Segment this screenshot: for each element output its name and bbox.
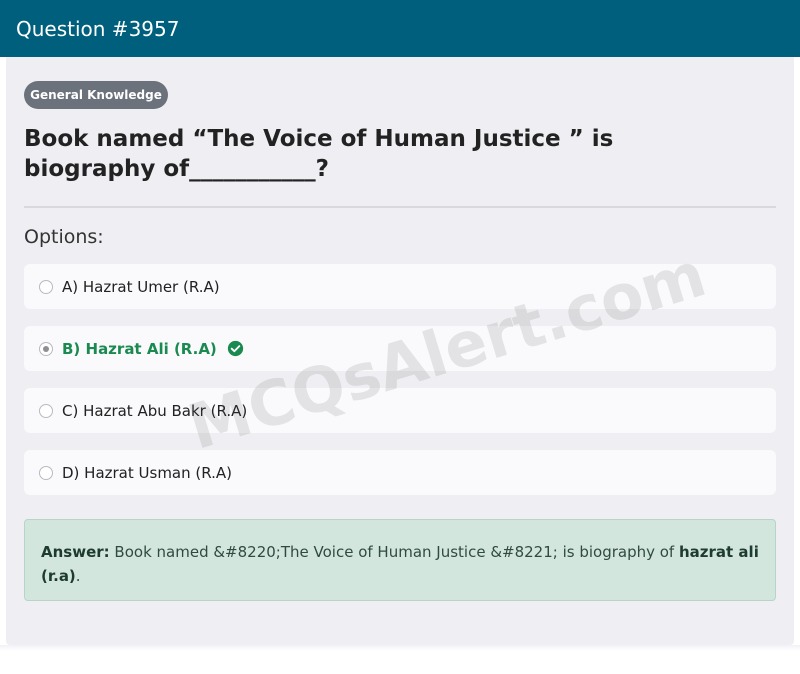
answer-suffix: .	[75, 567, 81, 585]
question-text: Book named “The Voice of Human Justice ”…	[24, 126, 614, 182]
radio-button-selected[interactable]	[39, 341, 53, 356]
question-header: Question #3957	[0, 0, 800, 57]
answer-box: Answer: Book named &#8220;The Voice of H…	[24, 519, 776, 601]
option-a[interactable]: A) Hazrat Umer (R.A)	[24, 264, 776, 309]
check-circle-icon	[227, 340, 243, 357]
answer-body: Book named &#8220;The Voice of Human Jus…	[109, 543, 679, 561]
radio-button[interactable]	[39, 403, 53, 418]
option-label: C) Hazrat Abu Bakr (R.A)	[62, 401, 248, 420]
divider	[24, 206, 776, 208]
answer-prefix: Answer:	[41, 543, 110, 561]
option-d[interactable]: D) Hazrat Usman (R.A)	[24, 450, 776, 495]
category-badge[interactable]: General Knowledge	[24, 81, 168, 109]
option-label: D) Hazrat Usman (R.A)	[62, 463, 233, 482]
option-c[interactable]: C) Hazrat Abu Bakr (R.A)	[24, 388, 776, 433]
options-heading: Options:	[24, 226, 104, 248]
option-label: B) Hazrat Ali (R.A)	[62, 339, 217, 358]
radio-button[interactable]	[39, 279, 53, 294]
option-label: A) Hazrat Umer (R.A)	[62, 277, 220, 296]
option-b[interactable]: B) Hazrat Ali (R.A)	[24, 326, 776, 371]
question-number-title: Question #3957	[16, 16, 180, 41]
radio-button[interactable]	[39, 465, 53, 480]
card-shadow	[0, 645, 800, 651]
